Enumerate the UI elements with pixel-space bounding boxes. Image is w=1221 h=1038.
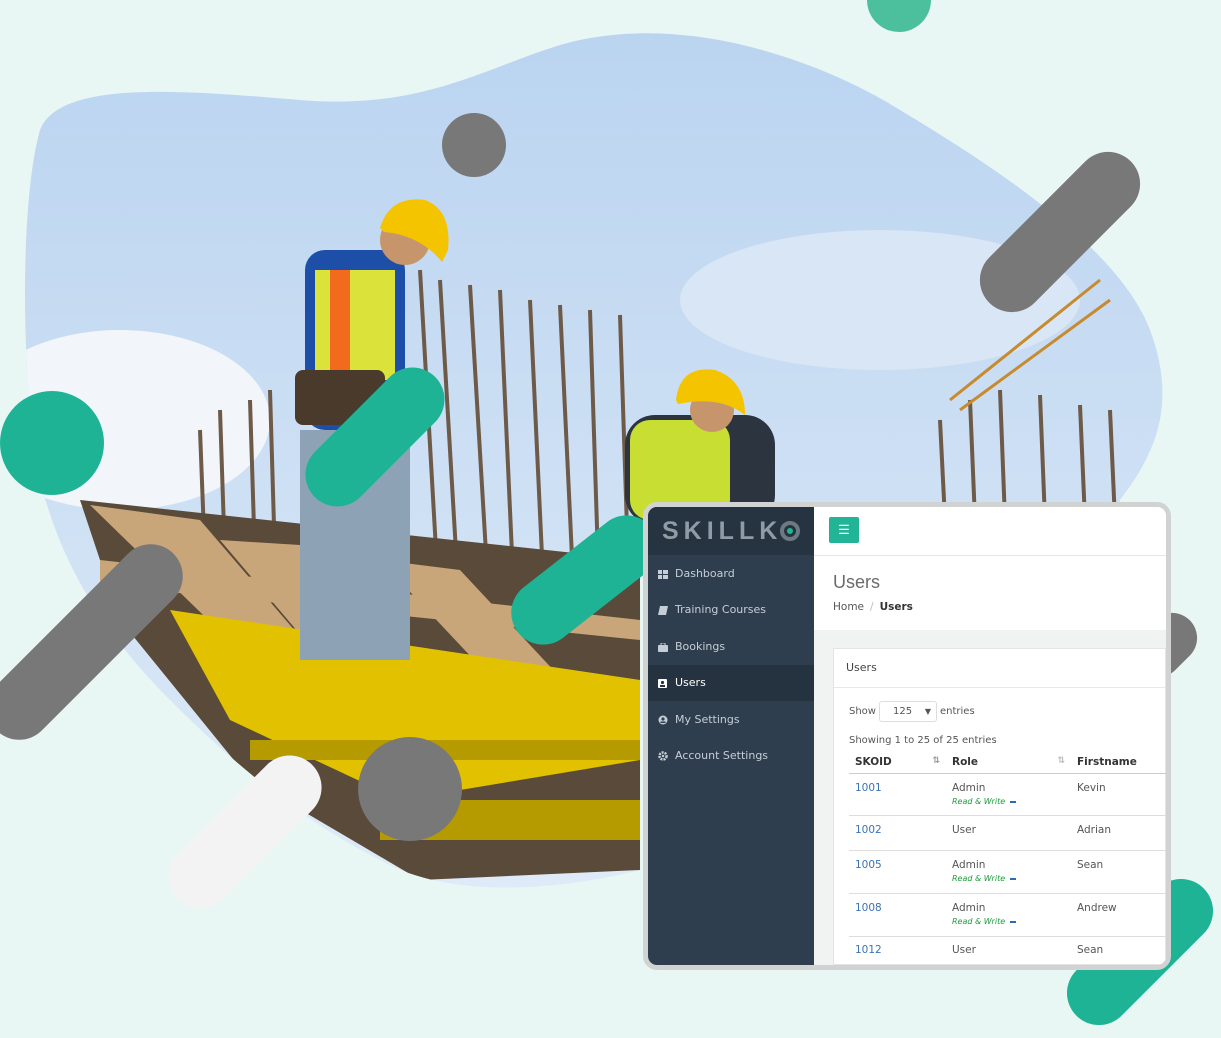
sort-desc-icon: ⇅	[932, 756, 940, 766]
role-text: Admin	[952, 782, 986, 794]
sidebar-item-label: My Settings	[675, 712, 740, 726]
firstname-cell: Adrian	[1071, 815, 1166, 851]
skoid-link[interactable]: 1002	[855, 824, 882, 836]
sidebar-item-dashboard[interactable]: Dashboard	[648, 555, 814, 592]
gear-icon	[658, 751, 668, 761]
permission-label: Read & Write	[952, 797, 1065, 806]
firstname-cell: Andrew	[1071, 893, 1166, 937]
breadcrumb-separator: /	[870, 601, 874, 613]
table-row: 1008 Admin Read & Write Andrew	[849, 893, 1166, 937]
entries-label: entries	[939, 706, 975, 717]
minus-icon[interactable]	[1010, 800, 1017, 803]
sidebar-item-my-settings[interactable]: My Settings	[648, 701, 814, 738]
table-info: Showing 1 to 25 of 25 entries	[849, 735, 997, 746]
briefcase-icon	[658, 642, 668, 652]
table-row: 1012 User Sean	[849, 936, 1166, 965]
sidebar-item-users[interactable]: Users	[648, 664, 814, 701]
sidebar-item-label: Training Courses	[675, 603, 767, 617]
role-text: Admin	[952, 859, 986, 871]
logo-text: SKILLK	[662, 516, 783, 545]
users-table: SKOID ⇅ Role ⇅ Firstname 1001 Admin Read & …	[849, 751, 1166, 965]
user-circle-icon	[658, 715, 668, 725]
hamburger-icon: ☰	[838, 522, 850, 537]
minus-icon[interactable]	[1010, 920, 1017, 923]
sidebar-item-label: Bookings	[675, 639, 726, 653]
skoid-link[interactable]: 1005	[855, 859, 882, 871]
card-title: Users	[834, 649, 1165, 688]
permission-label: Read & Write	[952, 874, 1065, 883]
sidebar-item-label: Users	[675, 676, 706, 690]
show-label: Show	[849, 706, 876, 717]
users-card: Users Show 125 ▼ entries Showing 1 to 25…	[833, 648, 1166, 965]
breadcrumb-current: Users	[879, 601, 913, 613]
chevron-down-icon: ▼	[924, 707, 931, 716]
minus-icon[interactable]	[1010, 877, 1017, 880]
sidebar: SKILLK Dashboard Training Courses Bookin…	[648, 507, 814, 965]
gray-circle-bottom	[358, 737, 462, 841]
dashboard-icon	[658, 569, 668, 579]
skoid-link[interactable]: 1001	[855, 782, 882, 794]
app-window: SKILLK Dashboard Training Courses Bookin…	[643, 502, 1171, 970]
page-title: Users	[833, 572, 881, 592]
page-length-select[interactable]: 125 ▼	[878, 701, 937, 722]
breadcrumb-home[interactable]: Home	[833, 601, 864, 613]
page-header: Users Home / Users	[814, 556, 1166, 630]
breadcrumb: Home / Users	[833, 601, 1166, 613]
logo[interactable]: SKILLK	[648, 507, 814, 555]
column-header-skoid[interactable]: SKOID ⇅	[849, 751, 946, 774]
teal-circle-left	[0, 391, 104, 495]
sidebar-item-account-settings[interactable]: Account Settings	[648, 738, 814, 775]
firstname-cell: Kevin	[1071, 773, 1166, 816]
skoid-link[interactable]: 1012	[855, 944, 882, 956]
page-length-value: 125	[892, 706, 913, 717]
sidebar-item-label: Dashboard	[675, 566, 735, 580]
firstname-cell: Sean	[1071, 850, 1166, 894]
sort-icon: ⇅	[1057, 756, 1065, 766]
firstname-cell: Sean	[1071, 936, 1166, 965]
table-row: 1001 Admin Read & Write Kevin	[849, 773, 1166, 816]
role-text: User	[946, 815, 1071, 851]
permission-label: Read & Write	[952, 917, 1065, 926]
gray-circle-top	[442, 113, 506, 177]
logo-o-icon	[780, 521, 801, 541]
sidebar-item-label: Account Settings	[675, 749, 769, 763]
top-bar: ☰	[814, 507, 1166, 556]
book-icon	[658, 605, 668, 616]
column-header-role[interactable]: Role ⇅	[946, 751, 1071, 774]
table-row: 1002 User Adrian	[849, 815, 1166, 851]
role-text: User	[946, 936, 1071, 965]
role-text: Admin	[952, 902, 986, 914]
sidebar-item-bookings[interactable]: Bookings	[648, 628, 814, 665]
sidebar-item-training-courses[interactable]: Training Courses	[648, 592, 814, 629]
menu-toggle-button[interactable]: ☰	[829, 517, 859, 543]
column-header-firstname[interactable]: Firstname	[1071, 751, 1166, 774]
user-icon	[658, 678, 668, 689]
table-row: 1005 Admin Read & Write Sean	[849, 850, 1166, 894]
sidebar-nav: Dashboard Training Courses Bookings User…	[648, 555, 814, 774]
page-length-control: Show 125 ▼ entries	[849, 701, 975, 722]
main-content: ☰ Users Home / Users Users Show 125 ▼ entr…	[814, 507, 1166, 965]
skoid-link[interactable]: 1008	[855, 902, 882, 914]
